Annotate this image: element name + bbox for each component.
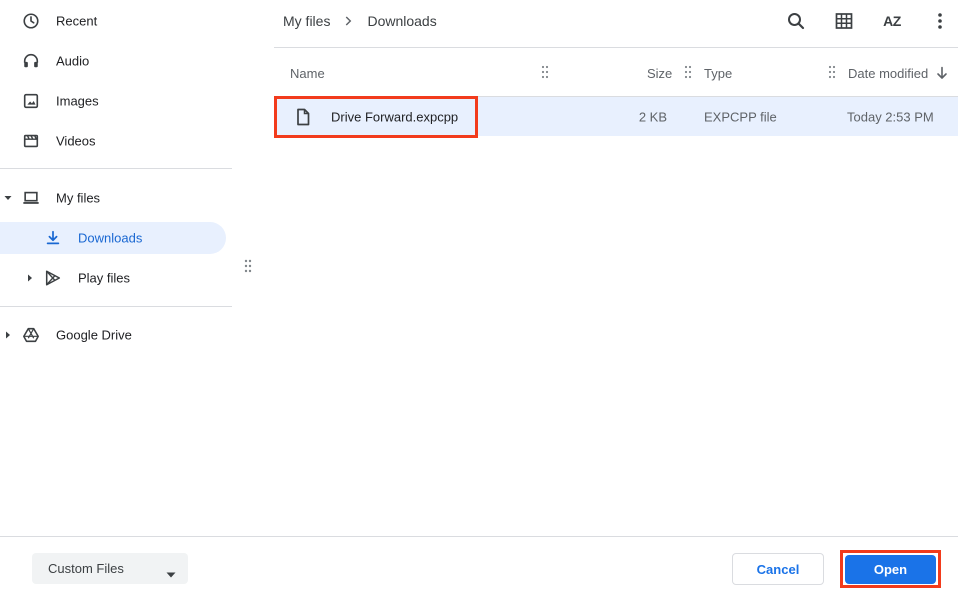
play-store-icon: [43, 268, 63, 288]
sidebar-item-label: Downloads: [78, 230, 143, 246]
footer-divider: [0, 536, 958, 537]
sidebar: Recent Audio Images Videos My files Down…: [0, 0, 232, 536]
sidebar-item-label: Videos: [56, 133, 96, 149]
grid-view-button[interactable]: [832, 9, 856, 33]
file-type: EXPCPP file: [704, 109, 777, 124]
column-resize-handle[interactable]: [828, 65, 836, 79]
sidebar-item-label: My files: [56, 190, 101, 206]
file-date-modified: Today 2:53 PM: [847, 109, 934, 124]
more-options-button[interactable]: [928, 9, 952, 33]
sidebar-item-label: Google Drive: [56, 327, 132, 343]
column-header-name[interactable]: Name: [290, 64, 325, 82]
header-divider: [274, 47, 958, 48]
column-resize-handle[interactable]: [541, 65, 549, 79]
sidebar-item-images[interactable]: Images: [0, 85, 226, 117]
column-resize-handle[interactable]: [684, 65, 692, 79]
download-icon: [43, 228, 63, 248]
table-row[interactable]: Drive Forward.expcpp 2 KB EXPCPP file To…: [274, 97, 958, 136]
breadcrumb: My files Downloads: [283, 12, 437, 30]
headphones-icon: [21, 51, 41, 71]
dropdown-caret-icon: [166, 566, 176, 581]
column-header-date-modified[interactable]: Date modified: [848, 64, 948, 82]
sidebar-item-play-files[interactable]: Play files: [0, 262, 226, 294]
column-header-size[interactable]: Size: [647, 64, 672, 82]
sidebar-divider: [0, 306, 232, 307]
search-icon: [786, 11, 806, 31]
file-picker-dialog: Recent Audio Images Videos My files Down…: [0, 0, 958, 593]
file-icon: [295, 108, 311, 126]
expand-right-icon[interactable]: [3, 330, 13, 340]
expand-down-icon[interactable]: [3, 193, 13, 203]
column-header-type[interactable]: Type: [704, 64, 732, 82]
chevron-right-icon: [344, 15, 353, 27]
sidebar-item-label: Recent: [56, 13, 98, 29]
search-button[interactable]: [784, 9, 808, 33]
sidebar-item-recent[interactable]: Recent: [0, 5, 226, 37]
file-size: 2 KB: [638, 109, 667, 124]
cancel-button[interactable]: Cancel: [732, 553, 824, 585]
column-header-label: Date modified: [848, 65, 929, 81]
grid-icon: [834, 11, 854, 31]
file-type-filter-select[interactable]: Custom Files: [32, 553, 188, 584]
sidebar-resize-handle[interactable]: [243, 258, 253, 274]
filter-value: Custom Files: [48, 561, 124, 576]
breadcrumb-downloads[interactable]: Downloads: [367, 13, 436, 29]
expand-right-icon[interactable]: [25, 273, 35, 283]
drive-icon: [21, 325, 41, 345]
sidebar-item-label: Images: [56, 93, 99, 109]
image-icon: [21, 91, 41, 111]
sidebar-item-google-drive[interactable]: Google Drive: [0, 319, 226, 351]
more-vert-icon: [930, 11, 950, 31]
breadcrumb-my-files[interactable]: My files: [283, 13, 330, 29]
video-icon: [21, 131, 41, 151]
sidebar-item-label: Audio: [56, 53, 90, 69]
sidebar-item-downloads[interactable]: Downloads: [0, 222, 226, 254]
sidebar-divider: [0, 168, 232, 169]
sort-button[interactable]: AZ: [880, 9, 904, 33]
sidebar-item-videos[interactable]: Videos: [0, 125, 226, 157]
sidebar-item-label: Play files: [78, 270, 131, 286]
file-name: Drive Forward.expcpp: [331, 109, 459, 124]
sidebar-item-audio[interactable]: Audio: [0, 45, 226, 77]
sidebar-item-my-files[interactable]: My files: [0, 182, 226, 214]
open-button[interactable]: Open: [845, 555, 936, 584]
laptop-icon: [21, 188, 41, 208]
sort-az-icon: AZ: [883, 13, 901, 29]
arrow-down-icon: [936, 66, 948, 80]
clock-icon: [21, 11, 41, 31]
